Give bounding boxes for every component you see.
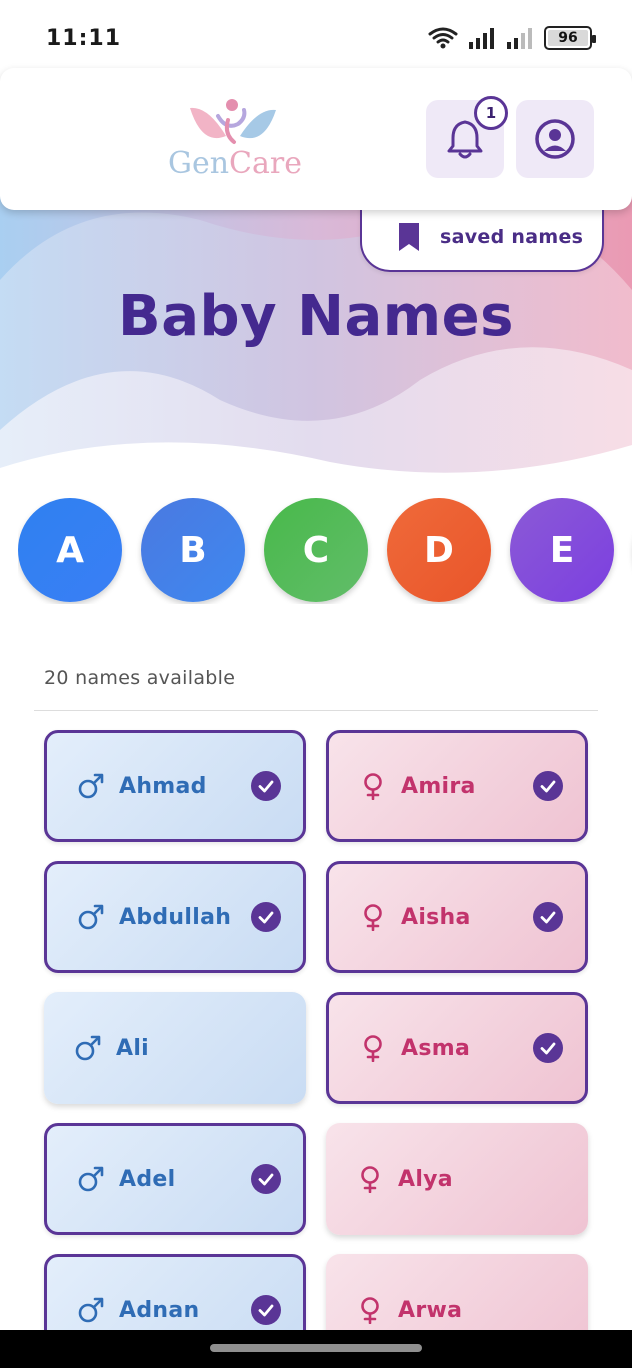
notifications-button[interactable]: 1 bbox=[426, 96, 508, 178]
names-grid: Ahmad Amira Abdullah Aisha Ali Asma Adel Alya Ad… bbox=[0, 720, 632, 1330]
name-card-alya[interactable]: Alya bbox=[326, 1123, 588, 1235]
name-label: Abdullah bbox=[119, 904, 232, 930]
letter-button-d[interactable]: D bbox=[387, 498, 491, 602]
name-card-arwa[interactable]: Arwa bbox=[326, 1254, 588, 1330]
name-card-ali[interactable]: Ali bbox=[44, 992, 306, 1104]
name-label: Adnan bbox=[119, 1297, 200, 1323]
logo-mark-icon bbox=[190, 99, 276, 144]
user-circle-icon bbox=[535, 119, 575, 159]
female-icon bbox=[364, 1035, 382, 1062]
home-gesture-handle[interactable] bbox=[210, 1344, 422, 1352]
name-label: Adel bbox=[119, 1166, 176, 1192]
signal-icon-2 bbox=[507, 28, 532, 49]
female-icon bbox=[364, 904, 382, 931]
name-label: Amira bbox=[401, 773, 476, 799]
name-card-abdullah[interactable]: Abdullah bbox=[44, 861, 306, 973]
status-time: 11:11 bbox=[46, 26, 122, 51]
letter-button-b[interactable]: B bbox=[141, 498, 245, 602]
check-icon bbox=[533, 771, 563, 801]
navigation-bar bbox=[0, 1330, 632, 1368]
check-icon bbox=[251, 771, 281, 801]
status-icons: 96 bbox=[428, 26, 596, 50]
letter-filter-row: ABCDE bbox=[18, 498, 632, 604]
name-label: Ahmad bbox=[119, 773, 207, 799]
saved-names-label: saved names bbox=[440, 226, 584, 248]
name-label: Aisha bbox=[401, 904, 471, 930]
male-icon bbox=[78, 904, 104, 930]
battery-icon: 96 bbox=[544, 26, 596, 50]
gencare-logo: GenCare bbox=[168, 96, 302, 186]
name-label: Asma bbox=[401, 1035, 471, 1061]
name-label: Alya bbox=[398, 1166, 453, 1192]
letter-button-e[interactable]: E bbox=[510, 498, 614, 602]
divider bbox=[34, 710, 598, 711]
saved-names-button[interactable]: saved names bbox=[360, 204, 604, 272]
name-card-amira[interactable]: Amira bbox=[326, 730, 588, 842]
name-card-aisha[interactable]: Aisha bbox=[326, 861, 588, 973]
check-icon bbox=[251, 1164, 281, 1194]
profile-button[interactable] bbox=[516, 100, 594, 178]
name-card-adnan[interactable]: Adnan bbox=[44, 1254, 306, 1330]
signal-icon bbox=[469, 28, 494, 49]
male-icon bbox=[78, 773, 104, 799]
letter-button-c[interactable]: C bbox=[264, 498, 368, 602]
logo-wordmark: GenCare bbox=[168, 146, 302, 181]
app-header: GenCare 1 bbox=[0, 68, 632, 210]
bookmark-icon bbox=[399, 223, 419, 251]
name-label: Arwa bbox=[398, 1297, 463, 1323]
name-card-asma[interactable]: Asma bbox=[326, 992, 588, 1104]
male-icon bbox=[78, 1166, 104, 1192]
name-card-adel[interactable]: Adel bbox=[44, 1123, 306, 1235]
notification-badge: 1 bbox=[474, 96, 508, 130]
name-card-ahmad[interactable]: Ahmad bbox=[44, 730, 306, 842]
wifi-icon bbox=[428, 27, 458, 49]
names-count: 20 names available bbox=[44, 667, 236, 689]
check-icon bbox=[251, 1295, 281, 1325]
female-icon bbox=[361, 1166, 379, 1193]
check-icon bbox=[533, 902, 563, 932]
letter-button-a[interactable]: A bbox=[18, 498, 122, 602]
name-label: Ali bbox=[116, 1035, 150, 1061]
female-icon bbox=[361, 1297, 379, 1324]
check-icon bbox=[533, 1033, 563, 1063]
male-icon bbox=[75, 1035, 101, 1061]
male-icon bbox=[78, 1297, 104, 1323]
battery-level: 96 bbox=[558, 30, 578, 46]
female-icon bbox=[364, 773, 382, 800]
page-title: Baby Names bbox=[118, 284, 514, 349]
check-icon bbox=[251, 902, 281, 932]
